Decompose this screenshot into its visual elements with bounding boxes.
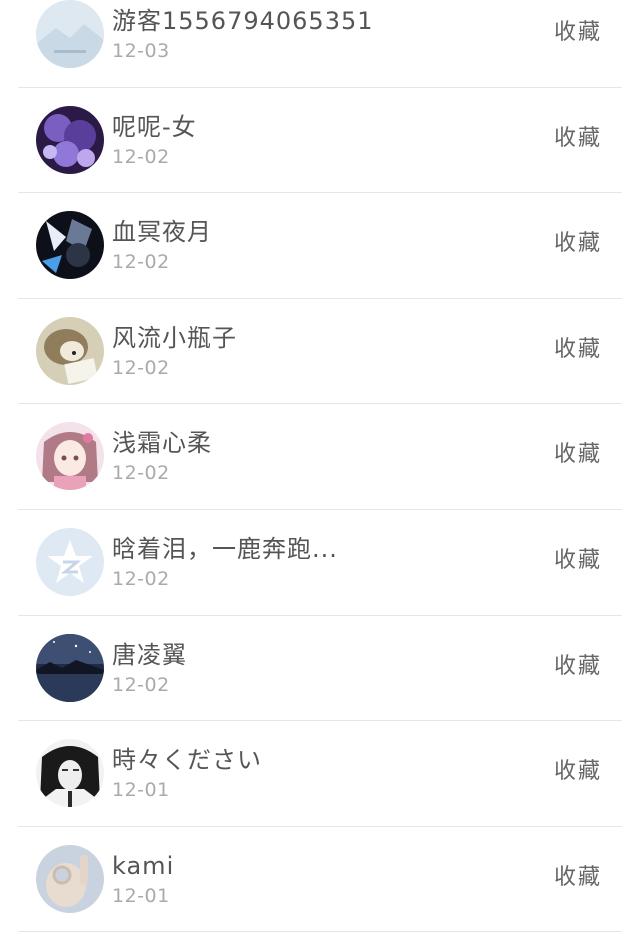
favorite-button[interactable]: 收藏 <box>554 865 602 891</box>
date: 12-02 <box>112 356 170 379</box>
favorite-button[interactable]: 收藏 <box>554 337 602 363</box>
date: 12-02 <box>112 567 170 590</box>
username: 浅霜心柔 <box>112 429 212 458</box>
list-item[interactable]: 唐凌翼 12-02 收藏 <box>0 616 640 722</box>
date: 12-02 <box>112 673 170 696</box>
favorite-button[interactable]: 收藏 <box>554 20 602 46</box>
favorite-button[interactable]: 收藏 <box>554 759 602 785</box>
list-item[interactable]: 晗着泪，一鹿奔跑... 12-02 收藏 <box>0 510 640 616</box>
date: 12-02 <box>112 462 170 485</box>
list-item[interactable]: 呢呢-女 12-02 收藏 <box>0 88 640 194</box>
list-item[interactable]: 浅霜心柔 12-02 收藏 <box>0 404 640 510</box>
username: 游客1556794065351 <box>112 7 374 35</box>
avatar-purple-flowers-icon[interactable] <box>36 105 104 174</box>
avatar-hand-gesture-icon[interactable] <box>36 844 104 913</box>
username: 唐凌翼 <box>112 640 187 669</box>
favorite-button[interactable]: 收藏 <box>554 548 602 574</box>
username: 风流小瓶子 <box>112 323 237 352</box>
collection-list: 游客1556794065351 12-03 收藏 呢呢-女 12-02 收藏 血… <box>0 0 640 932</box>
date: 12-02 <box>112 251 170 274</box>
avatar-hedgehog-icon[interactable] <box>36 316 104 385</box>
favorite-button[interactable]: 收藏 <box>554 126 602 152</box>
username: 晗着泪，一鹿奔跑... <box>112 534 338 563</box>
list-item[interactable]: 风流小瓶子 12-02 收藏 <box>0 299 640 405</box>
list-item[interactable]: kami 12-01 收藏 <box>0 827 640 933</box>
date: 12-01 <box>112 884 170 907</box>
avatar-landscape-placeholder-icon[interactable] <box>36 0 104 68</box>
username: kami <box>112 851 175 880</box>
avatar-anime-girl-pink-icon[interactable] <box>36 422 104 491</box>
username: 血冥夜月 <box>112 218 212 247</box>
date: 12-03 <box>112 40 170 62</box>
list-item[interactable]: 時々ください 12-01 收藏 <box>0 721 640 827</box>
avatar-dark-anime-character-icon[interactable] <box>36 211 104 280</box>
list-item[interactable]: 游客1556794065351 12-03 收藏 <box>0 0 640 88</box>
list-item[interactable]: 血冥夜月 12-02 收藏 <box>0 193 640 299</box>
favorite-button[interactable]: 收藏 <box>554 442 602 468</box>
avatar-bw-portrait-icon[interactable] <box>36 739 104 808</box>
date: 12-01 <box>112 779 170 802</box>
date: 12-02 <box>112 145 170 168</box>
avatar-default-star-icon[interactable] <box>36 527 104 596</box>
avatar-night-lake-icon[interactable] <box>36 633 104 702</box>
username: 呢呢-女 <box>112 112 197 141</box>
favorite-button[interactable]: 收藏 <box>554 654 602 680</box>
favorite-button[interactable]: 收藏 <box>554 231 602 257</box>
username: 時々ください <box>112 746 262 775</box>
